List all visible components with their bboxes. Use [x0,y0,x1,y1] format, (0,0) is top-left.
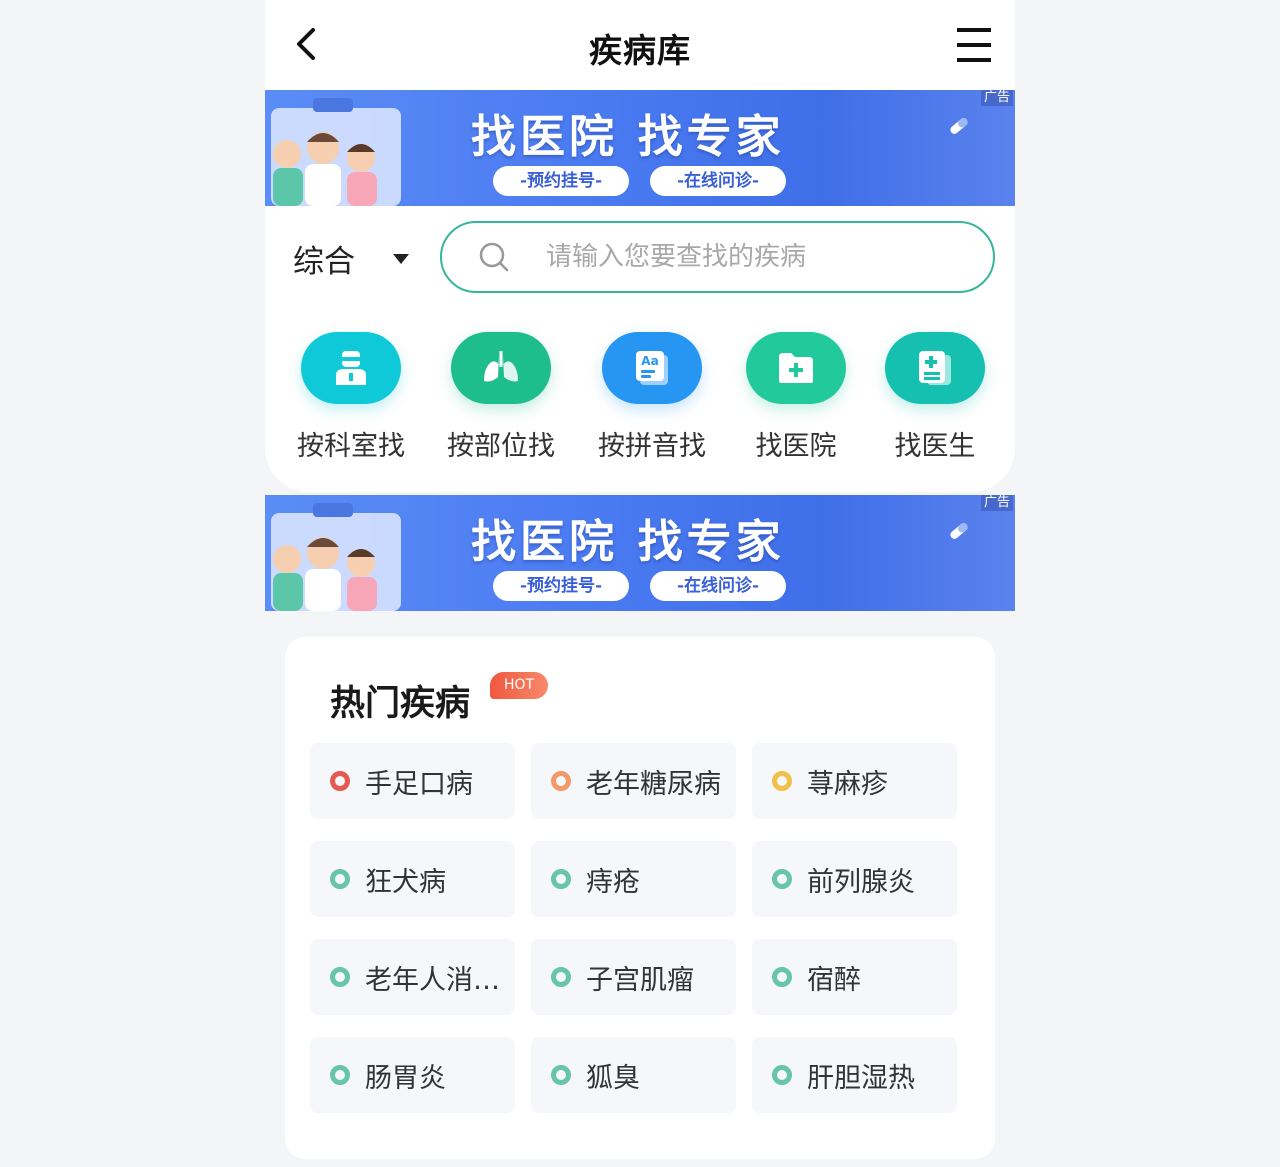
disease-tag[interactable]: 老年糖尿病 [531,743,736,819]
disease-tag[interactable]: 狐臭 [531,1037,736,1113]
dot-icon [772,1065,792,1085]
app-screen: 疾病库 找医院 找专家 -预约挂号- -在线问诊- 广告 综合 请输入您要查找的… [265,0,1015,1167]
search-input[interactable] [546,242,946,272]
menu-button[interactable] [953,22,997,66]
disease-name: 狂犬病 [365,866,446,898]
nav-label-pinyin: 按拼音找 [598,431,706,462]
nav-find-hospital[interactable]: 找医院 [726,332,866,463]
nav-label-body-part: 按部位找 [447,431,555,462]
disease-name: 肠胃炎 [365,1062,446,1094]
banner-consult-pill: -在线问诊- [650,166,786,196]
disease-tag[interactable]: 子宫肌瘤 [531,939,736,1015]
search-icon [479,242,509,272]
doctors-illustration-icon [271,503,401,611]
disease-tag[interactable]: 肠胃炎 [310,1037,515,1113]
medical-record-icon [885,332,985,404]
doctors-illustration-icon [271,98,401,206]
disease-name: 前列腺炎 [807,866,915,898]
dot-icon [772,967,792,987]
search-box[interactable] [440,221,995,293]
nav-by-pinyin[interactable]: Aa 按拼音找 [582,332,722,463]
dot-icon [772,771,792,791]
hot-diseases-card: 热门疾病 HOT 手足口病 老年糖尿病 荨麻疹 狂犬病 痔疮 前列腺炎 老年人消… [285,637,995,1159]
nav-label-doctor: 找医生 [894,431,976,462]
disease-tag[interactable]: 荨麻疹 [752,743,957,819]
search-panel: 综合 按科室找 [265,206,1015,492]
banner-appointment-pill: -预约挂号- [493,166,629,196]
disease-tag[interactable]: 肝胆湿热 [752,1037,957,1113]
disease-tag[interactable]: 痔疮 [531,841,736,917]
capsule-icon [950,523,968,539]
disease-tag[interactable]: 老年人消… [310,939,515,1015]
doctor-icon [301,332,401,404]
hot-badge: HOT [490,672,549,699]
dot-icon [330,1065,350,1085]
disease-name: 狐臭 [586,1062,640,1094]
hamburger-menu-icon [957,28,991,62]
banner-title: 找医院 找专家 [471,515,785,568]
lungs-icon [451,332,551,404]
nav-header: 疾病库 [265,0,1015,90]
page-title: 疾病库 [589,31,691,70]
category-label: 综合 [293,244,355,280]
ad-label: 广告 [980,90,1013,106]
disease-name: 痔疮 [586,866,640,898]
dot-icon [330,967,350,987]
nav-label-department: 按科室找 [297,431,405,462]
capsule-icon [950,118,968,134]
disease-tag[interactable]: 手足口病 [310,743,515,819]
category-dropdown[interactable]: 综合 [293,236,409,281]
svg-text:Aa: Aa [641,354,658,368]
nav-find-doctor[interactable]: 找医生 [865,332,1005,463]
dot-icon [772,869,792,889]
banner-consult-pill: -在线问诊- [650,571,786,601]
pinyin-card-icon: Aa [602,332,702,404]
nav-by-body-part[interactable]: 按部位找 [431,332,571,463]
ad-label: 广告 [980,495,1013,511]
ad-banner-top[interactable]: 找医院 找专家 -预约挂号- -在线问诊- 广告 [265,90,1015,206]
disease-tag[interactable]: 狂犬病 [310,841,515,917]
disease-name: 宿醉 [807,964,861,996]
section-title: 热门疾病 [330,684,471,724]
dot-icon [330,771,350,791]
dot-icon [551,869,571,889]
dot-icon [551,967,571,987]
dot-icon [551,771,571,791]
quick-nav: 按科室找 按部位找 Aa 按拼音找 找医院 找医生 [265,332,1015,472]
nav-label-hospital: 找医院 [755,431,837,462]
disease-tag[interactable]: 宿醉 [752,939,957,1015]
banner-title: 找医院 找专家 [471,110,785,163]
disease-name: 老年人消… [365,964,500,996]
caret-down-icon [393,253,409,264]
nav-by-department[interactable]: 按科室找 [281,332,421,463]
disease-name: 荨麻疹 [807,768,888,800]
disease-name: 子宫肌瘤 [586,964,694,996]
disease-name: 肝胆湿热 [807,1062,915,1094]
disease-name: 老年糖尿病 [586,768,721,800]
dot-icon [551,1065,571,1085]
banner-appointment-pill: -预约挂号- [493,571,629,601]
disease-tag[interactable]: 前列腺炎 [752,841,957,917]
ad-banner-middle[interactable]: 找医院 找专家 -预约挂号- -在线问诊- 广告 [265,495,1015,611]
disease-name: 手足口病 [365,768,473,800]
dot-icon [330,869,350,889]
hospital-folder-icon [746,332,846,404]
